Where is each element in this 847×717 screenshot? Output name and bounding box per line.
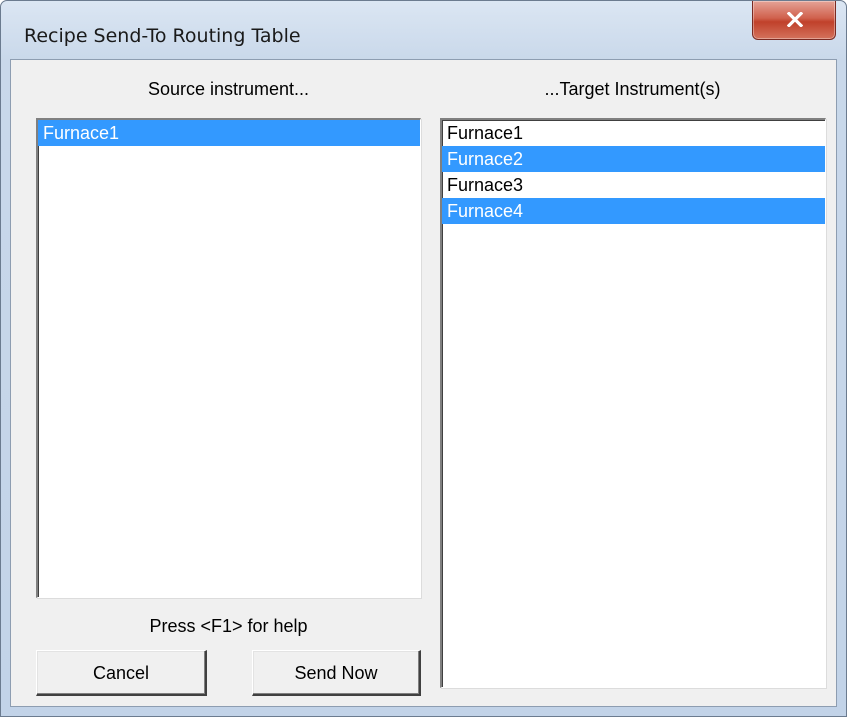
cancel-button[interactable]: Cancel bbox=[36, 650, 207, 696]
list-item-furnace4[interactable]: Furnace4 bbox=[442, 198, 825, 224]
target-heading: ...Target Instrument(s) bbox=[544, 79, 721, 99]
list-item-furnace2[interactable]: Furnace2 bbox=[442, 146, 825, 172]
close-button[interactable] bbox=[752, 1, 836, 40]
dialog-body: Source instrument... ...Target Instrumen… bbox=[10, 59, 837, 707]
list-item-furnace1[interactable]: Furnace1 bbox=[442, 120, 825, 146]
close-x-icon bbox=[787, 12, 803, 27]
target-instrument-list[interactable]: Furnace1 Furnace2 Furnace3 Furnace4 bbox=[440, 118, 826, 688]
list-item-furnace3[interactable]: Furnace3 bbox=[442, 172, 825, 198]
list-item-furnace1[interactable]: Furnace1 bbox=[38, 120, 420, 146]
source-heading: Source instrument... bbox=[147, 79, 310, 99]
help-hint: Press <F1> for help bbox=[149, 616, 308, 636]
dialog-window: Recipe Send-To Routing Table Source inst… bbox=[0, 0, 847, 717]
send-now-button[interactable]: Send Now bbox=[252, 650, 421, 696]
source-instrument-list[interactable]: Furnace1 bbox=[36, 118, 421, 598]
title-bar[interactable]: Recipe Send-To Routing Table bbox=[1, 1, 846, 46]
window-title: Recipe Send-To Routing Table bbox=[24, 25, 301, 47]
